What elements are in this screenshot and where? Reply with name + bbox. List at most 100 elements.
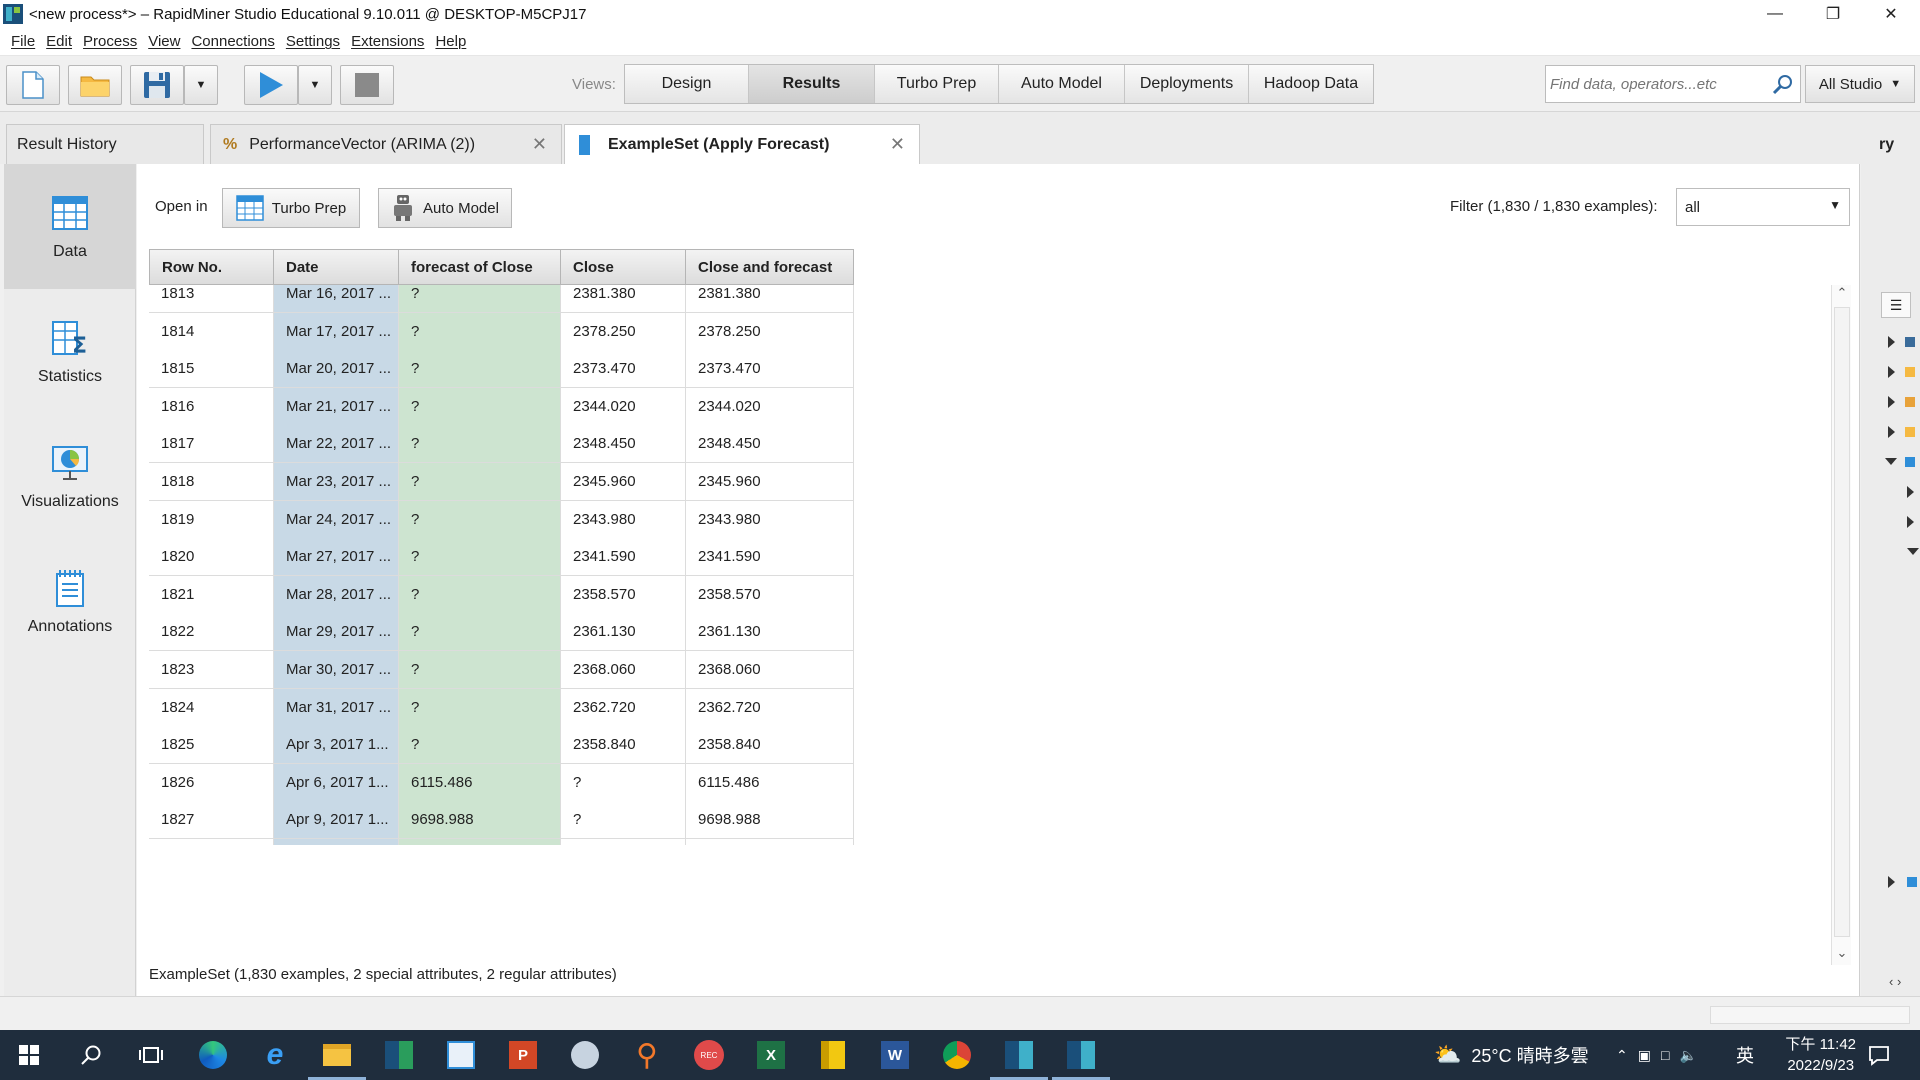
menu-view[interactable]: View [148,33,180,50]
search-input[interactable] [1550,75,1770,93]
rapidminer-taskbar-button-3[interactable] [1052,1038,1110,1080]
open-in-auto-model-button[interactable]: Auto Model [378,188,512,228]
new-process-button[interactable] [6,65,60,105]
expand-arrow-icon[interactable] [1888,336,1895,348]
search-app-button[interactable]: ⚲ [630,1038,664,1072]
table-row[interactable]: 1821 Mar 28, 2017 ...? 2358.570 2358.570 [149,575,854,614]
weather-widget[interactable]: ⛅ 25°C 晴時多雲 [1434,1030,1589,1080]
edge-browser-button[interactable] [196,1038,230,1072]
expand-arrow-icon[interactable] [1888,426,1895,438]
stop-process-button[interactable] [340,65,394,105]
table-row[interactable]: 1822 Mar 29, 2017 ...? 2361.130 2361.130 [149,613,854,652]
stock-app-button[interactable] [444,1038,478,1072]
column-header-close-and-forecast[interactable]: Close and forecast [686,249,854,285]
menu-process[interactable]: Process [83,33,137,50]
cell-close-and-forecast: 2368.060 [686,651,854,689]
restore-button[interactable]: ❐ [1804,0,1862,28]
file-explorer-button[interactable] [308,1038,366,1080]
column-header-row-no[interactable]: Row No. [149,249,274,285]
search-scope-dropdown[interactable]: All Studio ▼ [1805,65,1915,103]
view-auto-model-button[interactable]: Auto Model [999,65,1125,103]
minimize-button[interactable]: — [1746,0,1804,28]
filter-dropdown[interactable]: all ▼ [1676,188,1850,226]
column-header-close[interactable]: Close [561,249,686,285]
column-header-forecast[interactable]: forecast of Close [399,249,561,285]
tab-performance-vector[interactable]: % PerformanceVector (ARIMA (2)) ✕ [210,124,562,164]
svg-text:Σ: Σ [72,334,87,358]
table-row[interactable]: 1825 Apr 3, 2017 1...? 2358.840 2358.840 [149,726,854,765]
table-row[interactable]: 1816 Mar 21, 2017 ...? 2344.020 2344.020 [149,387,854,426]
expand-arrow-icon[interactable] [1888,366,1895,378]
table-row[interactable]: 1817 Mar 22, 2017 ...? 2348.450 2348.450 [149,425,854,464]
start-button[interactable] [12,1038,46,1072]
table-row[interactable]: 1827 Apr 9, 2017 1... 9698.988? 9698.988 [149,801,854,840]
close-tab-icon[interactable]: ✕ [890,134,905,155]
system-tray-icons[interactable]: ⌃ ▣ □ 🔈 [1616,1030,1707,1080]
rapidminer-taskbar-button-2[interactable] [990,1038,1048,1080]
nav-visualizations[interactable]: Visualizations [4,414,136,539]
search-icon[interactable] [1772,73,1794,95]
scroll-up-icon[interactable]: ⌃ [1832,285,1852,305]
table-row[interactable]: 1828Apr 12, 2017 ...12683.059?12683.059 [149,839,854,845]
menu-file[interactable]: File [11,33,35,50]
table-row[interactable]: 1814 Mar 17, 2017 ...? 2378.250 2378.250 [149,312,854,351]
table-row[interactable]: 1819 Mar 24, 2017 ...? 2343.980 2343.980 [149,500,854,539]
menu-connections[interactable]: Connections [191,33,274,50]
menu-edit[interactable]: Edit [46,33,72,50]
run-process-button[interactable] [244,65,298,105]
expand-arrow-icon[interactable] [1907,516,1914,528]
close-window-button[interactable]: ✕ [1862,0,1920,28]
view-turbo-prep-button[interactable]: Turbo Prep [875,65,999,103]
excel-button[interactable]: X [754,1038,788,1072]
view-hadoop-data-button[interactable]: Hadoop Data [1249,65,1373,103]
collapse-arrow-icon[interactable] [1885,458,1897,465]
run-options-dropdown[interactable]: ▼ [298,65,332,105]
tab-result-history[interactable]: Result History [6,124,204,164]
internet-explorer-button[interactable]: e [258,1038,292,1072]
view-design-button[interactable]: Design [625,65,749,103]
view-deployments-button[interactable]: Deployments [1125,65,1249,103]
powerpoint-button[interactable]: P [506,1038,540,1072]
table-row[interactable]: 1824 Mar 31, 2017 ...? 2362.720 2362.720 [149,688,854,727]
table-row[interactable]: 1818 Mar 23, 2017 ...? 2345.960 2345.960 [149,463,854,501]
close-tab-icon[interactable]: ✕ [532,134,547,155]
open-process-button[interactable] [68,65,122,105]
scrollbar-thumb[interactable] [1834,307,1850,937]
menu-settings[interactable]: Settings [286,33,340,50]
expand-arrow-icon[interactable] [1888,396,1895,408]
scroll-down-icon[interactable]: ⌄ [1832,945,1852,965]
chrome-button[interactable] [940,1038,974,1072]
save-process-button[interactable] [130,65,184,105]
power-bi-button[interactable] [816,1038,850,1072]
nav-statistics[interactable]: Σ Statistics [4,289,136,414]
notifications-button[interactable] [1862,1038,1896,1072]
tab-exampleset[interactable]: ExampleSet (Apply Forecast) ✕ [564,124,920,165]
table-row[interactable]: 1823 Mar 30, 2017 ...? 2368.060 2368.060 [149,651,854,689]
panel-menu-button[interactable]: ☰ [1881,292,1911,318]
open-in-turbo-prep-button[interactable]: Turbo Prep [222,188,360,228]
table-row[interactable]: 1813 Mar 16, 2017 ...? 2381.380 2381.380 [149,285,854,313]
nav-annotations[interactable]: Annotations [4,539,136,664]
menu-extensions[interactable]: Extensions [351,33,424,50]
view-results-button[interactable]: Results [749,65,875,103]
task-view-button[interactable] [134,1038,168,1072]
expand-arrow-icon[interactable] [1888,876,1895,888]
menu-help[interactable]: Help [435,33,466,50]
table-vertical-scrollbar[interactable]: ⌃ ⌄ [1831,285,1851,965]
nav-data[interactable]: Data [4,164,136,289]
column-header-date[interactable]: Date [274,249,399,285]
save-options-dropdown[interactable]: ▼ [184,65,218,105]
recorder-button[interactable]: REC [692,1038,726,1072]
word-button[interactable]: W [878,1038,912,1072]
rapidminer-taskbar-button-1[interactable] [382,1038,416,1072]
table-row[interactable]: 1820 Mar 27, 2017 ...? 2341.590 2341.590 [149,538,854,577]
search-taskbar-button[interactable] [74,1038,108,1072]
taskbar-clock[interactable]: 下午 11:42 2022/9/23 [1785,1034,1856,1076]
app-button-8[interactable] [568,1038,602,1072]
input-method-indicator[interactable]: 英 [1736,1030,1754,1080]
collapse-arrow-icon[interactable] [1907,548,1919,555]
table-row[interactable]: 1815 Mar 20, 2017 ...? 2373.470 2373.470 [149,350,854,389]
expand-arrow-icon[interactable] [1907,486,1914,498]
table-row[interactable]: 1826 Apr 6, 2017 1... 6115.486? 6115.486 [149,763,854,802]
horizontal-scroll-icon[interactable]: ‹ › [1889,974,1901,989]
